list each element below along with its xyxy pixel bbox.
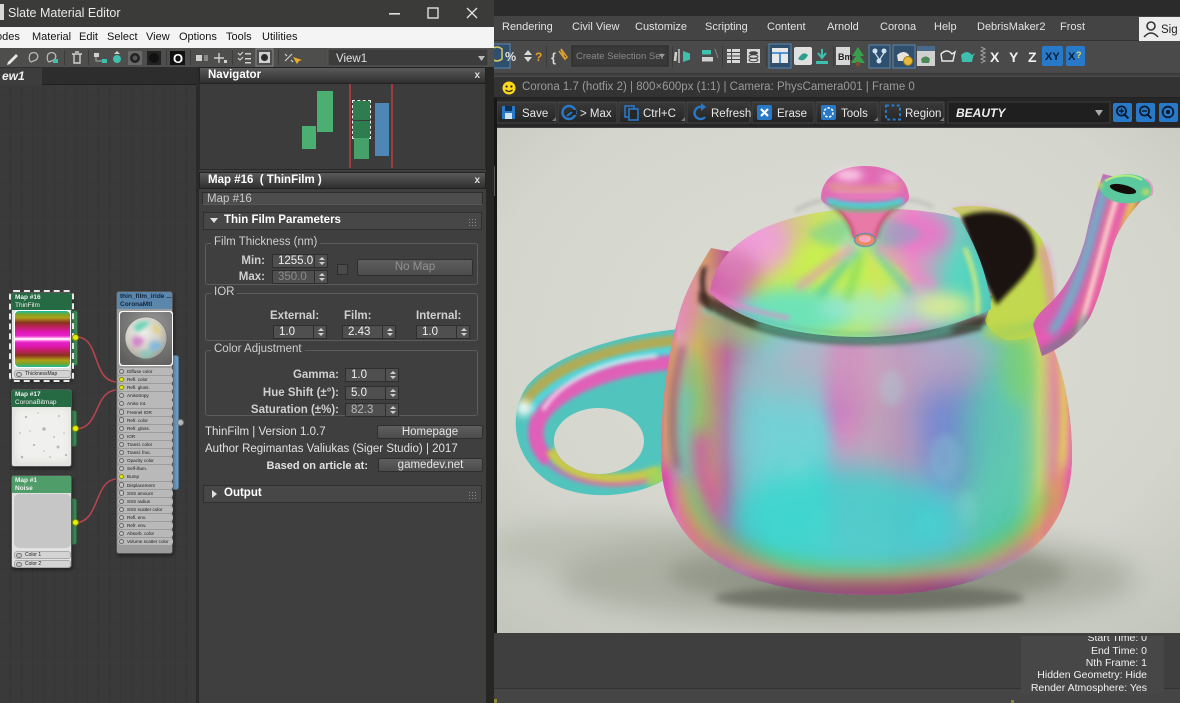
svg-text:Refresh: Refresh bbox=[711, 108, 751, 120]
svg-text:?: ? bbox=[535, 50, 542, 64]
svg-text:Sig: Sig bbox=[1161, 24, 1178, 36]
svg-text:?: ? bbox=[1076, 50, 1082, 60]
svg-text:%: % bbox=[505, 50, 516, 64]
svg-text:Create Selection Set: Create Selection Set bbox=[576, 51, 663, 62]
svg-text:Erase: Erase bbox=[777, 108, 807, 120]
svg-text:Bm: Bm bbox=[838, 52, 853, 62]
svg-text:XY: XY bbox=[1045, 51, 1060, 63]
svg-text:Save: Save bbox=[522, 108, 548, 120]
svg-text:Z: Z bbox=[1028, 49, 1037, 65]
svg-text:X: X bbox=[1068, 51, 1076, 63]
svg-text:BEAUTY: BEAUTY bbox=[956, 106, 1006, 120]
svg-text:X: X bbox=[990, 49, 1000, 65]
svg-text:View1: View1 bbox=[336, 53, 367, 65]
svg-text:{: { bbox=[551, 50, 556, 65]
svg-text:Y: Y bbox=[1009, 49, 1019, 65]
svg-text:Ctrl+C: Ctrl+C bbox=[643, 108, 676, 120]
svg-text:O: O bbox=[173, 51, 183, 66]
svg-text:Region: Region bbox=[905, 108, 941, 120]
svg-text:> Max: > Max bbox=[580, 108, 612, 120]
svg-text:Tools: Tools bbox=[841, 108, 868, 120]
